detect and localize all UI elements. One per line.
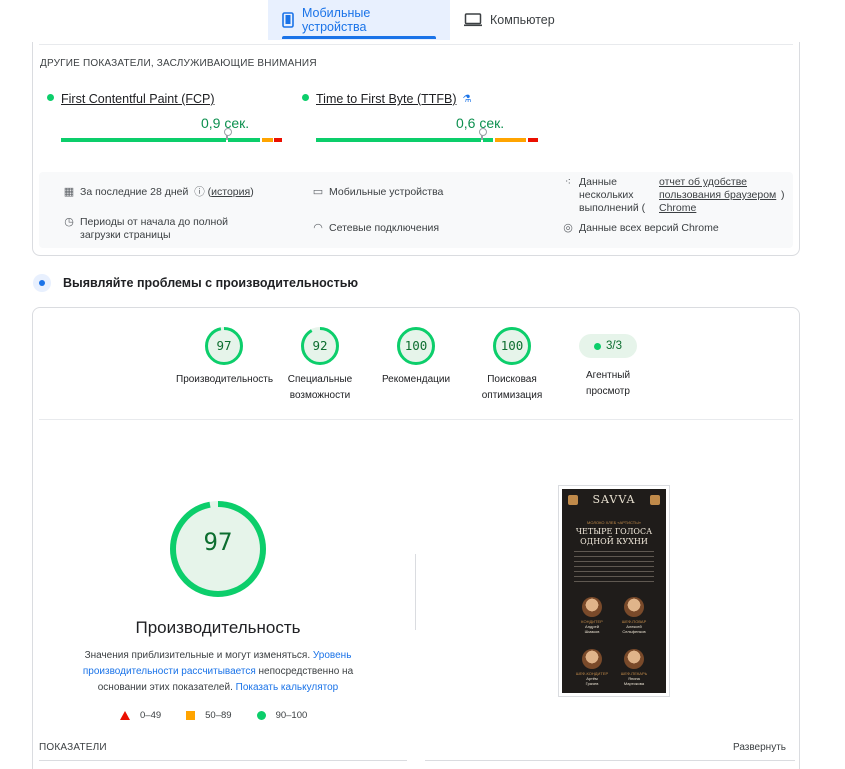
legend-poor: 0–49 <box>120 710 161 721</box>
tab-mobile-label: Мобильные устройства <box>302 6 371 34</box>
score-gauge-best-practices[interactable]: 100 Рекомендации <box>368 326 464 388</box>
score-label: Агентный просмотр <box>585 370 631 397</box>
score-label: Поисковая оптимизация <box>481 374 543 401</box>
person-caption: ШЕФ-КОНДИТЕР Артём Грачев <box>575 671 609 686</box>
lab-data-icon <box>33 274 51 292</box>
info-chrome: ◎ Данные всех версий Chrome <box>561 222 719 235</box>
expand-button[interactable]: Развернуть <box>733 742 786 753</box>
performance-note: Значения приблизительные и могут изменят… <box>82 650 354 693</box>
site-kicker: МОЛОКО ХЛЕБ «АРТИСТЫ» <box>586 520 641 525</box>
category-scores: 97 Производительность 92 Специальные возм… <box>33 326 801 416</box>
agentic-pill: 3/3 <box>579 334 637 358</box>
site-heading: ЧЕТЫРЕ ГОЛОСА ОДНОЙ КУХНИ <box>575 527 653 546</box>
tab-desktop[interactable]: Компьютер <box>450 0 569 40</box>
samples-text: Данные нескольких выполнений ( <box>579 176 646 214</box>
devices-icon: ▭ <box>312 186 324 198</box>
period-text: За последние 28 дней <box>80 186 189 198</box>
performance-title: Производительность <box>135 618 301 637</box>
metric-ttfb-link[interactable]: Time to First Byte (TTFB) <box>316 92 457 106</box>
good-status-icon <box>302 93 309 101</box>
history-link[interactable]: история <box>211 186 250 198</box>
info-samples: ⁖ Данные нескольких выполнений ( отчет о… <box>561 176 785 215</box>
fcp-distribution-bar <box>61 138 282 142</box>
triangle-icon <box>120 711 130 720</box>
other-metrics-title: ДРУГИЕ ПОКАЗАТЕЛИ, ЗАСЛУЖИВАЮЩИЕ ВНИМАНИ… <box>40 58 317 69</box>
card-divider <box>39 44 793 45</box>
samples-suffix: ) <box>781 189 785 201</box>
circle-icon <box>256 711 266 720</box>
score-legend: 0–49 50–89 90–100 <box>120 710 332 721</box>
experimental-flask-icon: ⚗ <box>462 93 472 105</box>
device-tabs: Мобильные устройства Компьютер <box>268 0 569 40</box>
help-icon[interactable]: ⓘ <box>194 186 205 198</box>
avatar <box>582 597 602 617</box>
score-value: 92 <box>312 338 328 353</box>
legend-average: 50–89 <box>186 710 232 721</box>
info-devices: ▭ Мобильные устройства <box>311 186 444 199</box>
tab-mobile[interactable]: Мобильные устройства <box>268 0 450 40</box>
score-label: Производительность <box>176 374 274 385</box>
group-icon: ⁖ <box>564 176 572 188</box>
square-icon <box>186 711 196 720</box>
info-period: ▦ За последние 28 дней ⓘ (история) <box>63 186 254 198</box>
metric-ttfb: Time to First Byte (TTFB) ⚗ 0,6 сек. <box>302 92 538 142</box>
ttfb-p75-marker <box>479 128 487 140</box>
person-caption: ШЕФ-ПОВАР Алексей Сельфенков <box>621 619 647 634</box>
person-caption: КОНДИТЕР Андрей Шмаков <box>581 619 603 634</box>
metrics-section-title: ПОКАЗАТЕЛИ <box>39 742 107 753</box>
diagnose-title: Выявляйте проблемы с производительностью <box>63 276 359 290</box>
timer-icon: ◷ <box>64 216 74 228</box>
fcp-p75-marker <box>224 128 232 140</box>
metric-fcp-link[interactable]: First Contentful Paint (FCP) <box>61 92 215 106</box>
person-caption: ШЕФ-ПЕКАРЬ Янина Мартикова <box>620 671 648 686</box>
network-text: Сетевые подключения <box>329 222 440 234</box>
site-logo: SAVVA <box>592 493 636 506</box>
lab-data-card: 97 Производительность 92 Специальные возм… <box>32 307 800 769</box>
phone-icon <box>282 12 294 28</box>
data-info-box: ▦ За последние 28 дней ⓘ (история) ▭ Моб… <box>39 172 793 248</box>
ttfb-distribution-bar <box>316 138 538 142</box>
avatar <box>624 597 644 617</box>
info-network: ◠ Сетевые подключения <box>311 222 439 235</box>
score-gauge-seo[interactable]: 100 Поисковая оптимизация <box>464 326 560 404</box>
show-calculator-link[interactable]: Показать калькулятор <box>236 682 339 693</box>
score-value: 100 <box>404 338 428 353</box>
devices-text: Мобильные устройства <box>329 186 444 198</box>
metric-fcp: First Contentful Paint (FCP) 0,9 сек. <box>47 92 282 142</box>
score-value: 100 <box>500 338 524 353</box>
divider <box>39 760 407 761</box>
desktop-icon <box>464 13 482 27</box>
avatar <box>582 649 602 669</box>
final-screenshot[interactable]: SAVVA МОЛОКО ХЛЕБ «АРТИСТЫ» ЧЕТЫРЕ ГОЛОС… <box>558 485 670 697</box>
tab-desktop-label: Компьютер <box>490 13 555 27</box>
score-gauge-performance[interactable]: 97 Производительность <box>176 326 274 388</box>
legend-good: 90–100 <box>256 710 307 721</box>
good-status-icon <box>594 342 601 350</box>
score-gauge-accessibility[interactable]: 92 Специальные возможности <box>272 326 368 404</box>
section-divider <box>39 419 793 420</box>
vertical-divider <box>415 554 416 630</box>
duration-text: Периоды от начала до полной загрузки стр… <box>80 216 229 241</box>
score-label: Специальные возможности <box>287 374 353 401</box>
site-paragraph <box>574 551 654 583</box>
screenshot-page: SAVVA МОЛОКО ХЛЕБ «АРТИСТЫ» ЧЕТЫРЕ ГОЛОС… <box>562 489 666 693</box>
info-duration: ◷ Периоды от начала до полной загрузки с… <box>62 216 270 242</box>
chrome-text: Данные всех версий Chrome <box>579 222 719 234</box>
diagnose-header: Выявляйте проблемы с производительностью <box>33 274 358 292</box>
crux-report-link[interactable]: отчет об удобстве пользования браузером … <box>659 176 781 215</box>
field-data-card: ДРУГИЕ ПОКАЗАТЕЛИ, ЗАСЛУЖИВАЮЩИЕ ВНИМАНИ… <box>32 42 800 256</box>
performance-score: 97 <box>203 528 233 556</box>
calendar-icon: ▦ <box>63 186 75 198</box>
score-label: Рекомендации <box>381 374 451 385</box>
score-agentic-browsing[interactable]: 3/3 Агентный просмотр <box>560 326 656 400</box>
good-status-icon <box>47 93 54 101</box>
divider <box>425 760 795 761</box>
chrome-icon: ◎ <box>563 222 573 234</box>
score-value: 97 <box>216 338 232 353</box>
wifi-icon: ◠ <box>313 222 323 234</box>
avatar <box>624 649 644 669</box>
